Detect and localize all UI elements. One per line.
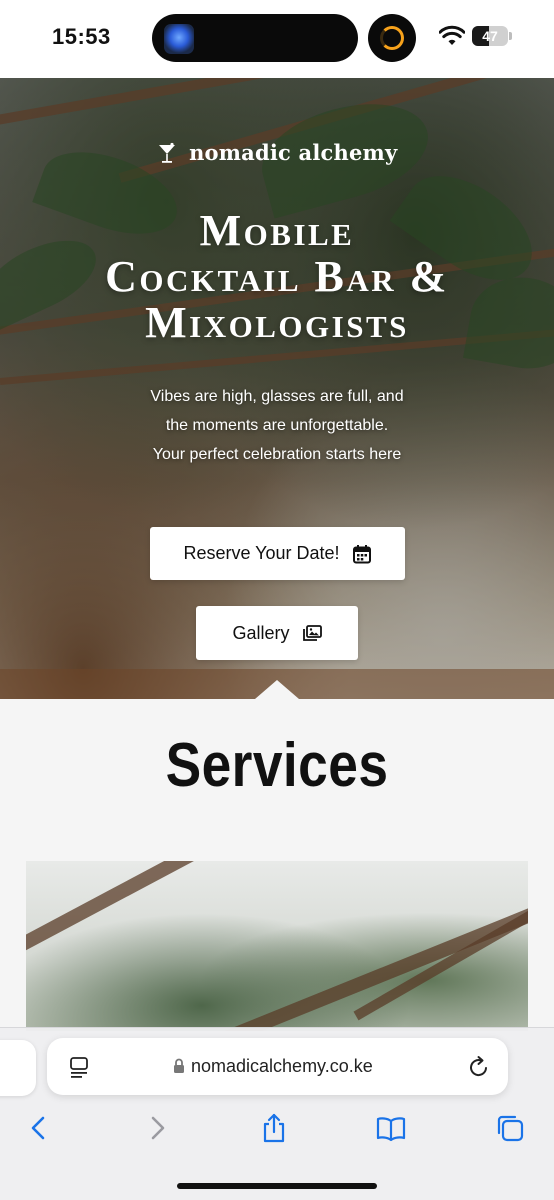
book-icon[interactable] <box>376 1113 406 1143</box>
images-icon <box>302 625 322 641</box>
home-indicator <box>177 1183 377 1189</box>
hero-title-line: Mixologists <box>145 298 409 347</box>
reserve-date-label: Reserve Your Date! <box>183 543 340 563</box>
previous-tab-pill[interactable] <box>0 1040 36 1096</box>
hero-tagline: Vibes are high, glasses are full, and th… <box>60 382 494 469</box>
hero-title-line: Mobile <box>199 206 355 255</box>
services-heading: Services <box>165 731 389 800</box>
hero-tagline-line: Your perfect celebration starts here <box>152 446 402 463</box>
chevron-right-icon[interactable] <box>142 1113 172 1143</box>
share-icon[interactable] <box>259 1113 289 1143</box>
cocktail-glass-icon <box>158 142 175 163</box>
url-text[interactable]: nomadicalchemy.co.ke <box>191 1056 373 1077</box>
hero-title-line: Cocktail Bar & <box>105 252 449 301</box>
tabs-icon[interactable] <box>495 1113 525 1143</box>
gallery-button[interactable]: Gallery <box>196 606 358 660</box>
page-menu-icon[interactable] <box>68 1055 90 1079</box>
live-activity-app-icon <box>164 24 194 54</box>
hero-tagline-line: the moments are unforgettable. <box>165 417 389 434</box>
status-bar: 15:53 47 <box>0 0 554 78</box>
battery-cap <box>509 32 512 40</box>
calendar-icon <box>352 544 371 563</box>
lock-icon <box>174 1058 184 1073</box>
timer-activity-icon <box>368 14 416 62</box>
reserve-date-button[interactable]: Reserve Your Date! <box>150 527 405 580</box>
chevron-left-icon[interactable] <box>24 1113 54 1143</box>
reload-icon[interactable] <box>468 1055 490 1079</box>
battery-indicator: 47 <box>472 26 508 46</box>
section-divider-arrow <box>255 680 299 699</box>
gallery-label: Gallery <box>232 622 290 643</box>
hero-tagline-line: Vibes are high, glasses are full, and <box>150 388 404 405</box>
logo-text: nomadic alchemy <box>189 140 398 165</box>
status-time: 15:53 <box>52 24 111 49</box>
hero-title: Mobile Cocktail Bar & Mixologists <box>40 208 514 346</box>
service-image[interactable] <box>26 861 528 1031</box>
wifi-icon <box>439 25 465 45</box>
battery-level: 47 <box>482 28 498 44</box>
site-logo[interactable]: nomadic alchemy <box>0 140 554 165</box>
